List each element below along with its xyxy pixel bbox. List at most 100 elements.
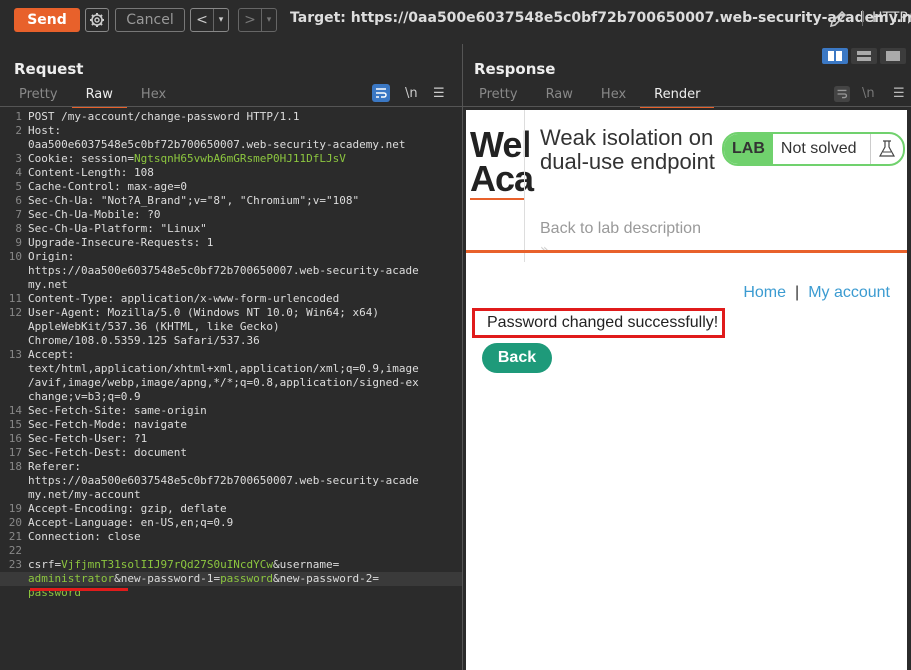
- code-line[interactable]: 17 Sec-Fetch-Dest: document: [0, 446, 462, 460]
- code-line[interactable]: 12 User-Agent: Mozilla/5.0 (Windows NT 10…: [0, 306, 462, 320]
- line-text: Referer:: [28, 460, 448, 474]
- request-menu-button[interactable]: ☰: [433, 86, 445, 101]
- request-panel-title: Request: [14, 60, 84, 78]
- annotation-underline: [30, 588, 128, 591]
- response-tabs: Pretty Raw Hex Render: [465, 86, 715, 108]
- single-pane-icon: [886, 51, 900, 61]
- code-line[interactable]: 13 Accept:: [0, 348, 462, 362]
- code-line[interactable]: 8 Sec-Ch-Ua-Platform: "Linux": [0, 222, 462, 236]
- layout-split-horizontal-button[interactable]: [822, 48, 848, 64]
- tab-render[interactable]: Render: [640, 86, 715, 108]
- tab-hex[interactable]: Hex: [127, 86, 180, 106]
- code-line[interactable]: my.net/my-account: [0, 488, 462, 502]
- line-text: Host:: [28, 124, 448, 138]
- code-token: change;v=b3;q=0.9: [28, 390, 141, 403]
- lab-status-badge: LAB Not solved: [722, 132, 906, 166]
- wrap-lines-button[interactable]: [834, 86, 850, 106]
- my-account-link[interactable]: My account: [808, 284, 890, 301]
- code-token: Sec-Ch-Ua-Mobile: ?0: [28, 208, 161, 221]
- code-line[interactable]: 21 Connection: close: [0, 530, 462, 544]
- settings-gear-button[interactable]: [85, 8, 109, 32]
- code-line[interactable]: 9 Upgrade-Insecure-Requests: 1: [0, 236, 462, 250]
- chevron-down-icon[interactable]: ▾: [261, 9, 276, 31]
- home-link[interactable]: Home: [743, 284, 786, 301]
- code-token: Origin:: [28, 250, 75, 263]
- code-token: https://0aa500e6037548e5c0bf72b700650007…: [28, 474, 419, 487]
- tab-raw[interactable]: Raw: [532, 86, 587, 106]
- code-token: csrf: [28, 558, 55, 571]
- back-button[interactable]: Back: [482, 343, 552, 373]
- code-token: Referer:: [28, 460, 81, 473]
- line-number: 18: [8, 460, 22, 473]
- code-line[interactable]: 4 Content-Length: 108: [0, 166, 462, 180]
- code-token: AppleWebKit/537.36 (KHTML, like Gecko): [28, 320, 280, 333]
- history-forward-button[interactable]: > ▾: [238, 8, 277, 32]
- code-line[interactable]: https://0aa500e6037548e5c0bf72b700650007…: [0, 474, 462, 488]
- layout-tabs-button[interactable]: [880, 48, 906, 64]
- http-version-label[interactable]: HTTP/: [862, 10, 911, 26]
- code-line[interactable]: AppleWebKit/537.36 (KHTML, like Gecko): [0, 320, 462, 334]
- code-line[interactable]: 23 csrf = VjfjmnT31solIIJ97rQd27S0uINcdYCw&…: [0, 558, 462, 572]
- code-line[interactable]: 7 Sec-Ch-Ua-Mobile: ?0: [0, 208, 462, 222]
- code-line[interactable]: 16 Sec-Fetch-User: ?1: [0, 432, 462, 446]
- panel-divider[interactable]: [462, 44, 463, 670]
- tab-pretty[interactable]: Pretty: [5, 86, 72, 106]
- line-number: 21: [8, 530, 22, 543]
- success-message: Password changed successfully!: [472, 308, 725, 338]
- code-line[interactable]: administrator&new-password-1 = password&ne…: [0, 572, 462, 586]
- line-text: Sec-Ch-Ua-Platform: "Linux": [28, 222, 448, 236]
- layout-split-vertical-button[interactable]: [851, 48, 877, 64]
- line-text: [28, 544, 448, 558]
- code-line[interactable]: my.net: [0, 278, 462, 292]
- send-button[interactable]: Send: [14, 8, 80, 32]
- code-line[interactable]: 6 Sec-Ch-Ua: "Not?A_Brand";v="8", "Chromi…: [0, 194, 462, 208]
- line-number: 22: [8, 544, 22, 557]
- edit-target-button[interactable]: [828, 9, 848, 33]
- response-menu-button[interactable]: ☰: [893, 86, 905, 101]
- logo-underline: [470, 198, 524, 200]
- code-line[interactable]: text/html,application/xhtml+xml,applicat…: [0, 362, 462, 376]
- cancel-button[interactable]: Cancel: [115, 8, 185, 32]
- code-line[interactable]: 22: [0, 544, 462, 558]
- line-number: 14: [8, 404, 22, 417]
- line-number: [0, 334, 28, 348]
- wrap-lines-icon: [372, 84, 390, 102]
- show-newlines-button[interactable]: \n: [405, 86, 418, 101]
- request-editor[interactable]: 1 POST /my-account/change-password HTTP/1…: [0, 110, 462, 600]
- code-line[interactable]: 5 Cache-Control: max-age=0: [0, 180, 462, 194]
- line-text: Sec-Fetch-User: ?1: [28, 432, 448, 446]
- line-text: text/html,application/xhtml+xml,applicat…: [28, 362, 448, 376]
- line-number: [0, 278, 28, 292]
- code-line[interactable]: change;v=b3;q=0.9: [0, 390, 462, 404]
- code-token: User-Agent: Mozilla/5.0 (Windows NT 10.0…: [28, 306, 379, 319]
- code-line[interactable]: 10 Origin:: [0, 250, 462, 264]
- code-line[interactable]: 20 Accept-Language: en-US,en;q=0.9: [0, 516, 462, 530]
- code-line[interactable]: 1 POST /my-account/change-password HTTP/1…: [0, 110, 462, 124]
- code-line[interactable]: 15 Sec-Fetch-Mode: navigate: [0, 418, 462, 432]
- flask-icon: [870, 134, 903, 164]
- show-newlines-button[interactable]: \n: [862, 86, 875, 101]
- code-token: POST /my-account/change-password HTTP/1.…: [28, 110, 300, 123]
- code-line[interactable]: Chrome/108.0.5359.125 Safari/537.36: [0, 334, 462, 348]
- code-line[interactable]: 3 Cookie: session=NgtsqnH65vwbA6mGRsmeP0H…: [0, 152, 462, 166]
- code-line[interactable]: 18 Referer:: [0, 460, 462, 474]
- code-token: Content-Length: 108: [28, 166, 154, 179]
- line-text: my.net/my-account: [28, 488, 448, 502]
- back-to-lab-description-link[interactable]: Back to lab description: [540, 220, 701, 238]
- history-back-button[interactable]: < ▾: [190, 8, 229, 32]
- code-line[interactable]: https://0aa500e6037548e5c0bf72b700650007…: [0, 264, 462, 278]
- tab-pretty[interactable]: Pretty: [465, 86, 532, 106]
- line-number: 11: [8, 292, 22, 305]
- code-line[interactable]: 19 Accept-Encoding: gzip, deflate: [0, 502, 462, 516]
- tab-hex[interactable]: Hex: [587, 86, 640, 106]
- line-number: 20: [8, 516, 22, 529]
- code-line[interactable]: 0aa500e6037548e5c0bf72b700650007.web-sec…: [0, 138, 462, 152]
- wrap-lines-button[interactable]: [372, 84, 390, 106]
- code-line[interactable]: /avif,image/webp,image/apng,*/*;q=0.8,ap…: [0, 376, 462, 390]
- chevron-down-icon[interactable]: ▾: [213, 9, 228, 31]
- code-line[interactable]: 11 Content-Type: application/x-www-form-u…: [0, 292, 462, 306]
- tab-raw[interactable]: Raw: [71, 86, 127, 108]
- code-token: =: [372, 572, 380, 585]
- code-line[interactable]: 14 Sec-Fetch-Site: same-origin: [0, 404, 462, 418]
- code-line[interactable]: 2 Host:: [0, 124, 462, 138]
